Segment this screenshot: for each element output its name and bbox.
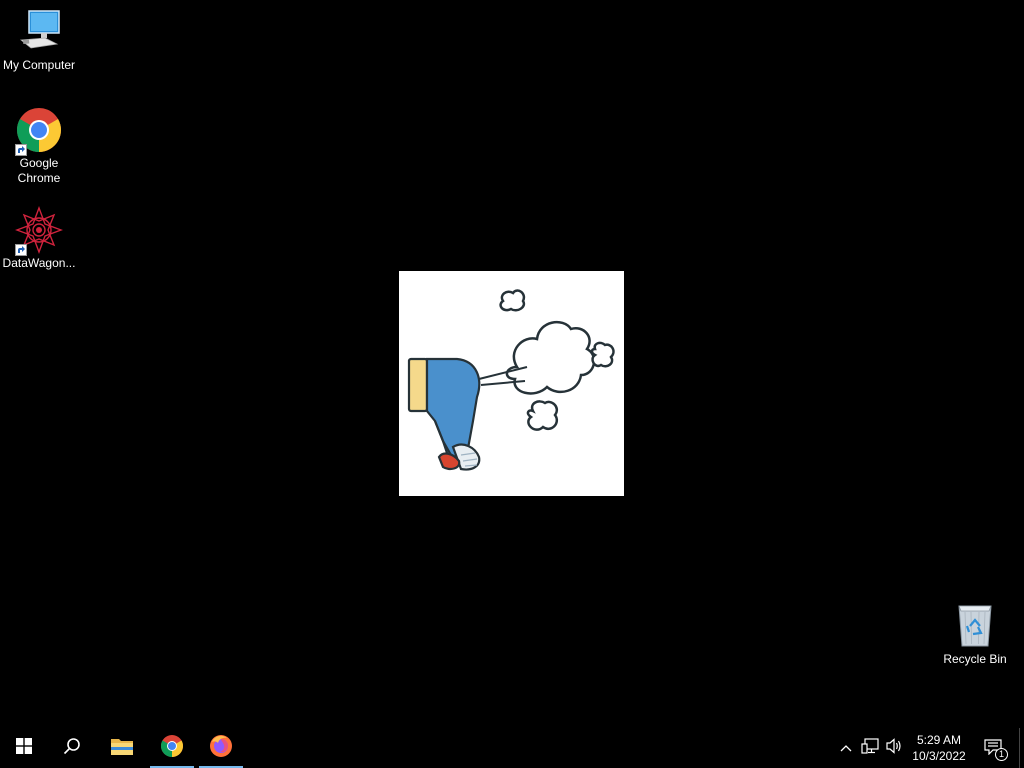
notification-count-badge: 1 — [995, 748, 1008, 761]
notification-icon: 1 — [984, 739, 1008, 761]
shortcut-arrow-icon — [15, 144, 27, 156]
recycle-bin-icon — [951, 602, 999, 650]
chrome-taskbar-button[interactable] — [148, 728, 196, 768]
search-button[interactable] — [48, 728, 96, 768]
desktop-icon-label: DataWagon... — [2, 256, 76, 270]
show-hidden-icons-button[interactable] — [836, 738, 856, 758]
clock-date: 10/3/2022 — [912, 749, 966, 763]
taskbar: 5:29 AM 10/3/2022 1 — [0, 728, 1024, 768]
desktop-icon-label: Recycle Bin — [943, 652, 1007, 666]
firefox-taskbar-button[interactable] — [197, 728, 245, 768]
network-status-button[interactable] — [860, 737, 880, 759]
desktop-icon-recycle-bin[interactable]: Recycle Bin — [936, 602, 1014, 667]
desktop-icon-label: Google Chrome — [17, 156, 61, 185]
action-center-button[interactable]: 1 — [982, 738, 1008, 761]
firefox-icon — [209, 734, 233, 763]
desktop-icon-label: My Computer — [2, 58, 76, 72]
wallpaper-image — [399, 271, 624, 496]
show-desktop-button[interactable] — [1019, 728, 1024, 768]
start-button[interactable] — [0, 728, 48, 768]
search-icon — [63, 737, 81, 760]
chevron-up-icon — [840, 739, 852, 757]
network-icon — [861, 737, 879, 759]
windows-logo-icon — [16, 737, 32, 759]
chrome-icon — [160, 734, 184, 763]
shortcut-arrow-icon — [15, 244, 27, 256]
desktop-icon-datawagon[interactable]: DataWagon... — [0, 206, 78, 271]
datawagon-icon — [15, 206, 63, 256]
taskbar-clock[interactable]: 5:29 AM 10/3/2022 — [900, 732, 978, 764]
chrome-icon — [15, 106, 63, 156]
file-explorer-button[interactable] — [98, 728, 146, 768]
desktop-icon-google-chrome[interactable]: Google Chrome — [0, 106, 78, 186]
desktop-icon-my-computer[interactable]: My Computer — [0, 8, 78, 73]
clock-time: 5:29 AM — [916, 733, 962, 747]
computer-icon — [15, 8, 63, 56]
folder-icon — [110, 736, 134, 761]
